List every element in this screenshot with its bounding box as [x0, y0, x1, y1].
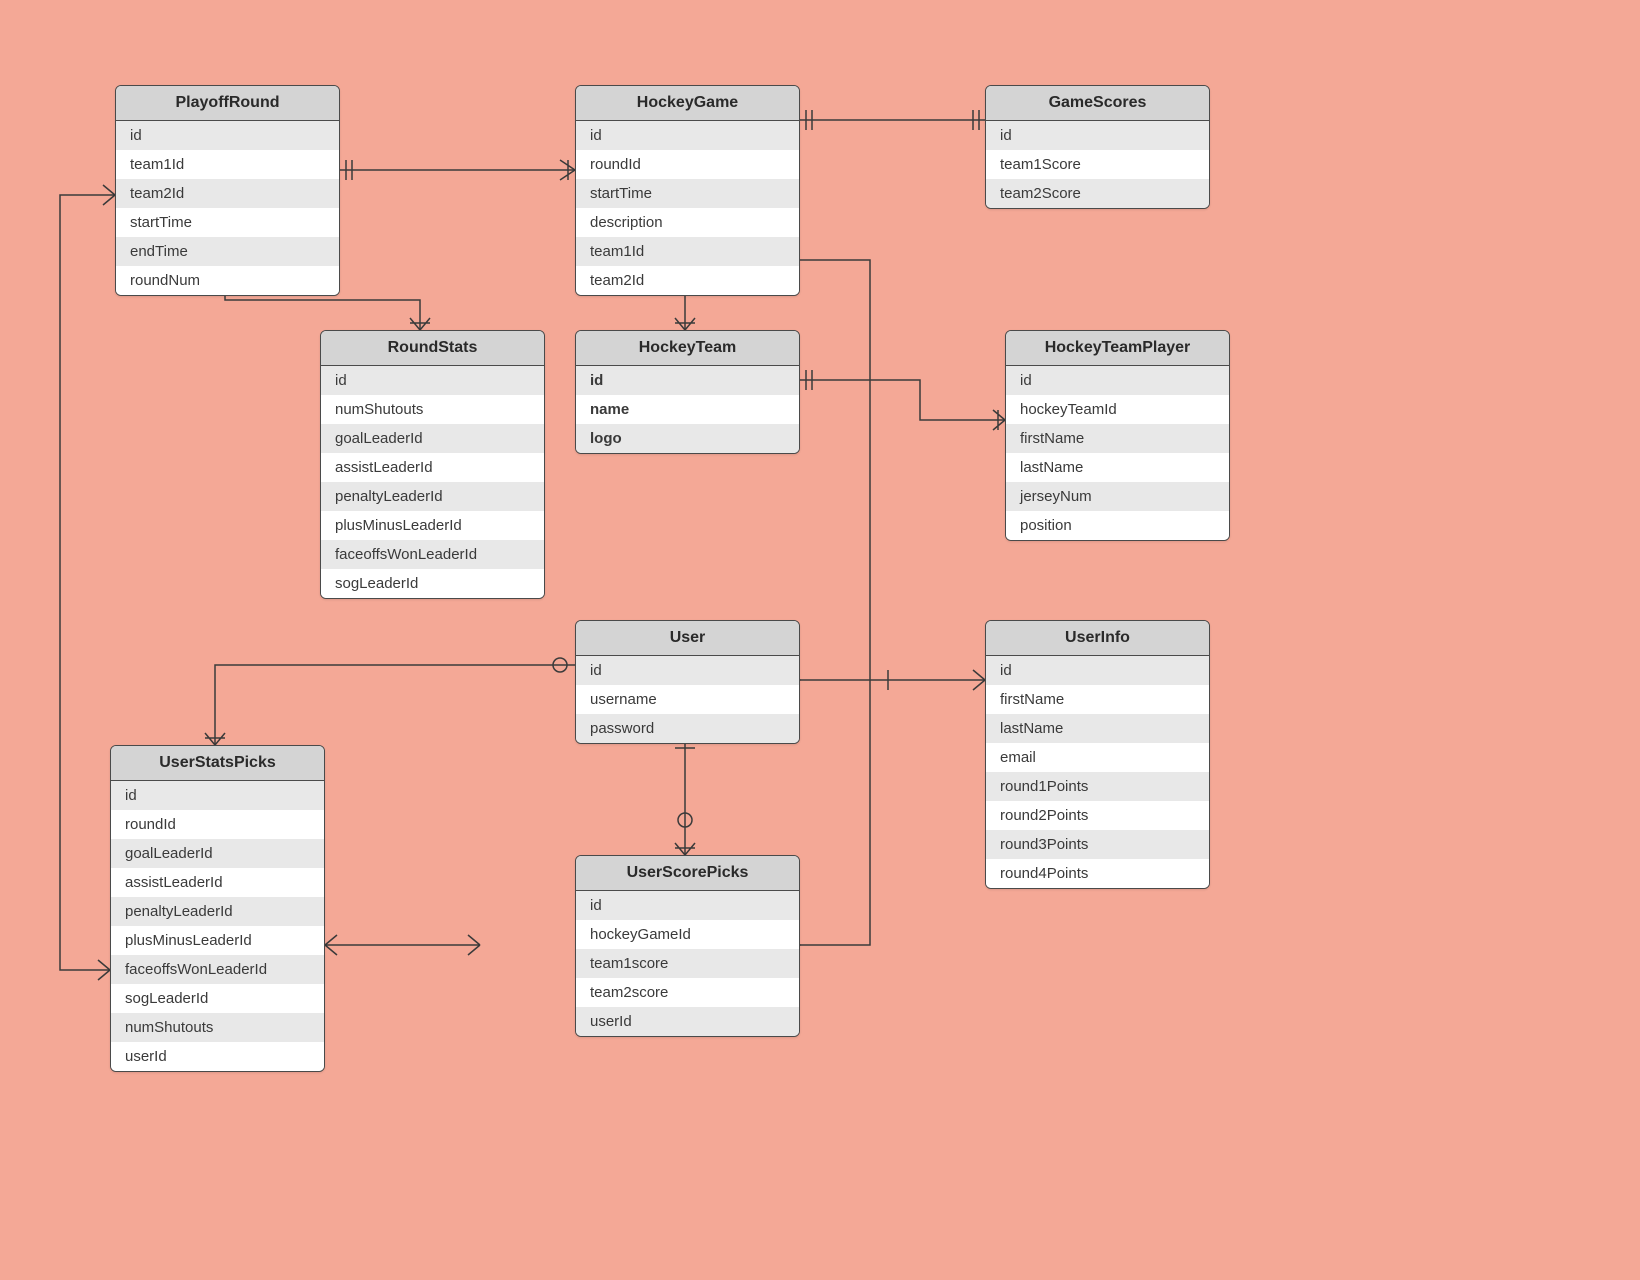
field: round1Points	[986, 772, 1209, 801]
entity-game-scores: GameScores id team1Score team2Score	[985, 85, 1210, 209]
entity-header: UserScorePicks	[576, 856, 799, 891]
field: email	[986, 743, 1209, 772]
field: team1Id	[116, 150, 339, 179]
entity-header: UserInfo	[986, 621, 1209, 656]
field: password	[576, 714, 799, 743]
field: team2score	[576, 978, 799, 1007]
entity-header: GameScores	[986, 86, 1209, 121]
field: numShutouts	[321, 395, 544, 424]
field: roundNum	[116, 266, 339, 295]
field: round2Points	[986, 801, 1209, 830]
field: hockeyGameId	[576, 920, 799, 949]
field: assistLeaderId	[321, 453, 544, 482]
field: startTime	[116, 208, 339, 237]
entity-fields: id hockeyGameId team1score team2score us…	[576, 891, 799, 1036]
entity-fields: id hockeyTeamId firstName lastName jerse…	[1006, 366, 1229, 540]
field: sogLeaderId	[111, 984, 324, 1013]
field: penaltyLeaderId	[321, 482, 544, 511]
entity-fields: id roundId goalLeaderId assistLeaderId p…	[111, 781, 324, 1071]
entity-hockey-game: HockeyGame id roundId startTime descript…	[575, 85, 800, 296]
field: firstName	[1006, 424, 1229, 453]
field: firstName	[986, 685, 1209, 714]
field: plusMinusLeaderId	[111, 926, 324, 955]
field: team1Score	[986, 150, 1209, 179]
entity-fields: id name logo	[576, 366, 799, 453]
field: team2Score	[986, 179, 1209, 208]
field: plusMinusLeaderId	[321, 511, 544, 540]
entity-header: HockeyGame	[576, 86, 799, 121]
field: position	[1006, 511, 1229, 540]
entity-user: User id username password	[575, 620, 800, 744]
field: goalLeaderId	[321, 424, 544, 453]
field: faceoffsWonLeaderId	[321, 540, 544, 569]
entity-hockey-team-player: HockeyTeamPlayer id hockeyTeamId firstNa…	[1005, 330, 1230, 541]
field: id	[576, 656, 799, 685]
field: startTime	[576, 179, 799, 208]
field: faceoffsWonLeaderId	[111, 955, 324, 984]
entity-header: User	[576, 621, 799, 656]
field: id	[1006, 366, 1229, 395]
field: team2Id	[116, 179, 339, 208]
field: team2Id	[576, 266, 799, 295]
field: logo	[576, 424, 799, 453]
field: endTime	[116, 237, 339, 266]
field: name	[576, 395, 799, 424]
field: penaltyLeaderId	[111, 897, 324, 926]
field: roundId	[111, 810, 324, 839]
entity-round-stats: RoundStats id numShutouts goalLeaderId a…	[320, 330, 545, 599]
field: team1Id	[576, 237, 799, 266]
entity-header: PlayoffRound	[116, 86, 339, 121]
field: userId	[576, 1007, 799, 1036]
entity-fields: id roundId startTime description team1Id…	[576, 121, 799, 295]
entity-user-stats-picks: UserStatsPicks id roundId goalLeaderId a…	[110, 745, 325, 1072]
field: id	[111, 781, 324, 810]
field: id	[576, 366, 799, 395]
entity-user-info: UserInfo id firstName lastName email rou…	[985, 620, 1210, 889]
entity-fields: id numShutouts goalLeaderId assistLeader…	[321, 366, 544, 598]
entity-hockey-team: HockeyTeam id name logo	[575, 330, 800, 454]
field: description	[576, 208, 799, 237]
entity-header: UserStatsPicks	[111, 746, 324, 781]
field: id	[576, 891, 799, 920]
field: lastName	[1006, 453, 1229, 482]
entity-playoff-round: PlayoffRound id team1Id team2Id startTim…	[115, 85, 340, 296]
field: goalLeaderId	[111, 839, 324, 868]
entity-header: HockeyTeam	[576, 331, 799, 366]
entity-fields: id team1Score team2Score	[986, 121, 1209, 208]
field: jerseyNum	[1006, 482, 1229, 511]
field: round4Points	[986, 859, 1209, 888]
field: id	[986, 121, 1209, 150]
field: team1score	[576, 949, 799, 978]
entity-fields: id username password	[576, 656, 799, 743]
entity-user-score-picks: UserScorePicks id hockeyGameId team1scor…	[575, 855, 800, 1037]
field: id	[986, 656, 1209, 685]
field: assistLeaderId	[111, 868, 324, 897]
field: id	[576, 121, 799, 150]
field: sogLeaderId	[321, 569, 544, 598]
field: id	[321, 366, 544, 395]
field: lastName	[986, 714, 1209, 743]
entity-fields: id team1Id team2Id startTime endTime rou…	[116, 121, 339, 295]
entity-fields: id firstName lastName email round1Points…	[986, 656, 1209, 888]
field: roundId	[576, 150, 799, 179]
field: id	[116, 121, 339, 150]
field: hockeyTeamId	[1006, 395, 1229, 424]
field: round3Points	[986, 830, 1209, 859]
field: numShutouts	[111, 1013, 324, 1042]
field: userId	[111, 1042, 324, 1071]
field: username	[576, 685, 799, 714]
entity-header: HockeyTeamPlayer	[1006, 331, 1229, 366]
entity-header: RoundStats	[321, 331, 544, 366]
